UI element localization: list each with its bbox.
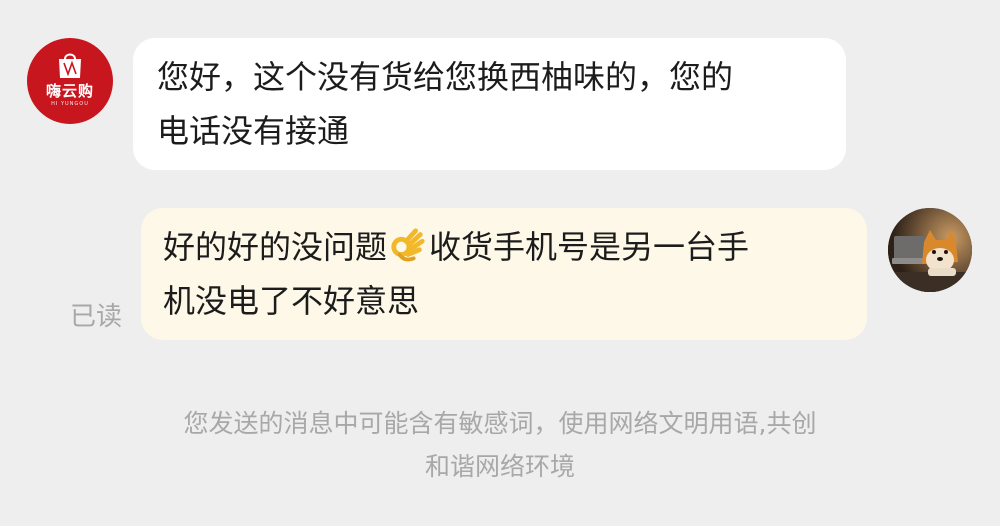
incoming-message-bubble[interactable]: 您好，这个没有货给您换西柚味的，您的 电话没有接通 [133, 38, 846, 170]
user-avatar[interactable] [888, 208, 972, 292]
system-notice: 您发送的消息中可能含有敏感词，使用网络文明用语,共创 和谐网络环境 [60, 402, 940, 488]
notice-line: 和谐网络环境 [424, 452, 575, 481]
shop-logo-subtext: HI YUNGOU [51, 101, 89, 107]
message-text-segment: 好的好的没问题 [163, 228, 388, 266]
message-text-line: 好的好的没问题 收货手机号是另一台手 [163, 220, 847, 274]
shop-avatar[interactable]: 嗨云购 HI YUNGOU [27, 38, 113, 124]
shiba-dog-photo-icon [888, 208, 972, 292]
read-status: 已读 [70, 302, 123, 332]
message-text-line: 您好，这个没有货给您换西柚味的，您的 [157, 58, 734, 96]
message-text-segment: 收货手机号是另一台手 [429, 228, 750, 266]
message-text-line: 电话没有接通 [157, 112, 350, 150]
ok-hand-emoji-icon [391, 228, 425, 262]
message-text-line: 机没电了不好意思 [163, 282, 420, 320]
notice-line: 您发送的消息中可能含有敏感词，使用网络文明用语,共创 [183, 409, 817, 438]
shop-logo-text: 嗨云购 [45, 82, 94, 100]
shopping-bag-icon [59, 53, 81, 78]
outgoing-message-bubble[interactable]: 好的好的没问题 收货手机号是另一台手 机没电了不好意思 [141, 208, 867, 340]
